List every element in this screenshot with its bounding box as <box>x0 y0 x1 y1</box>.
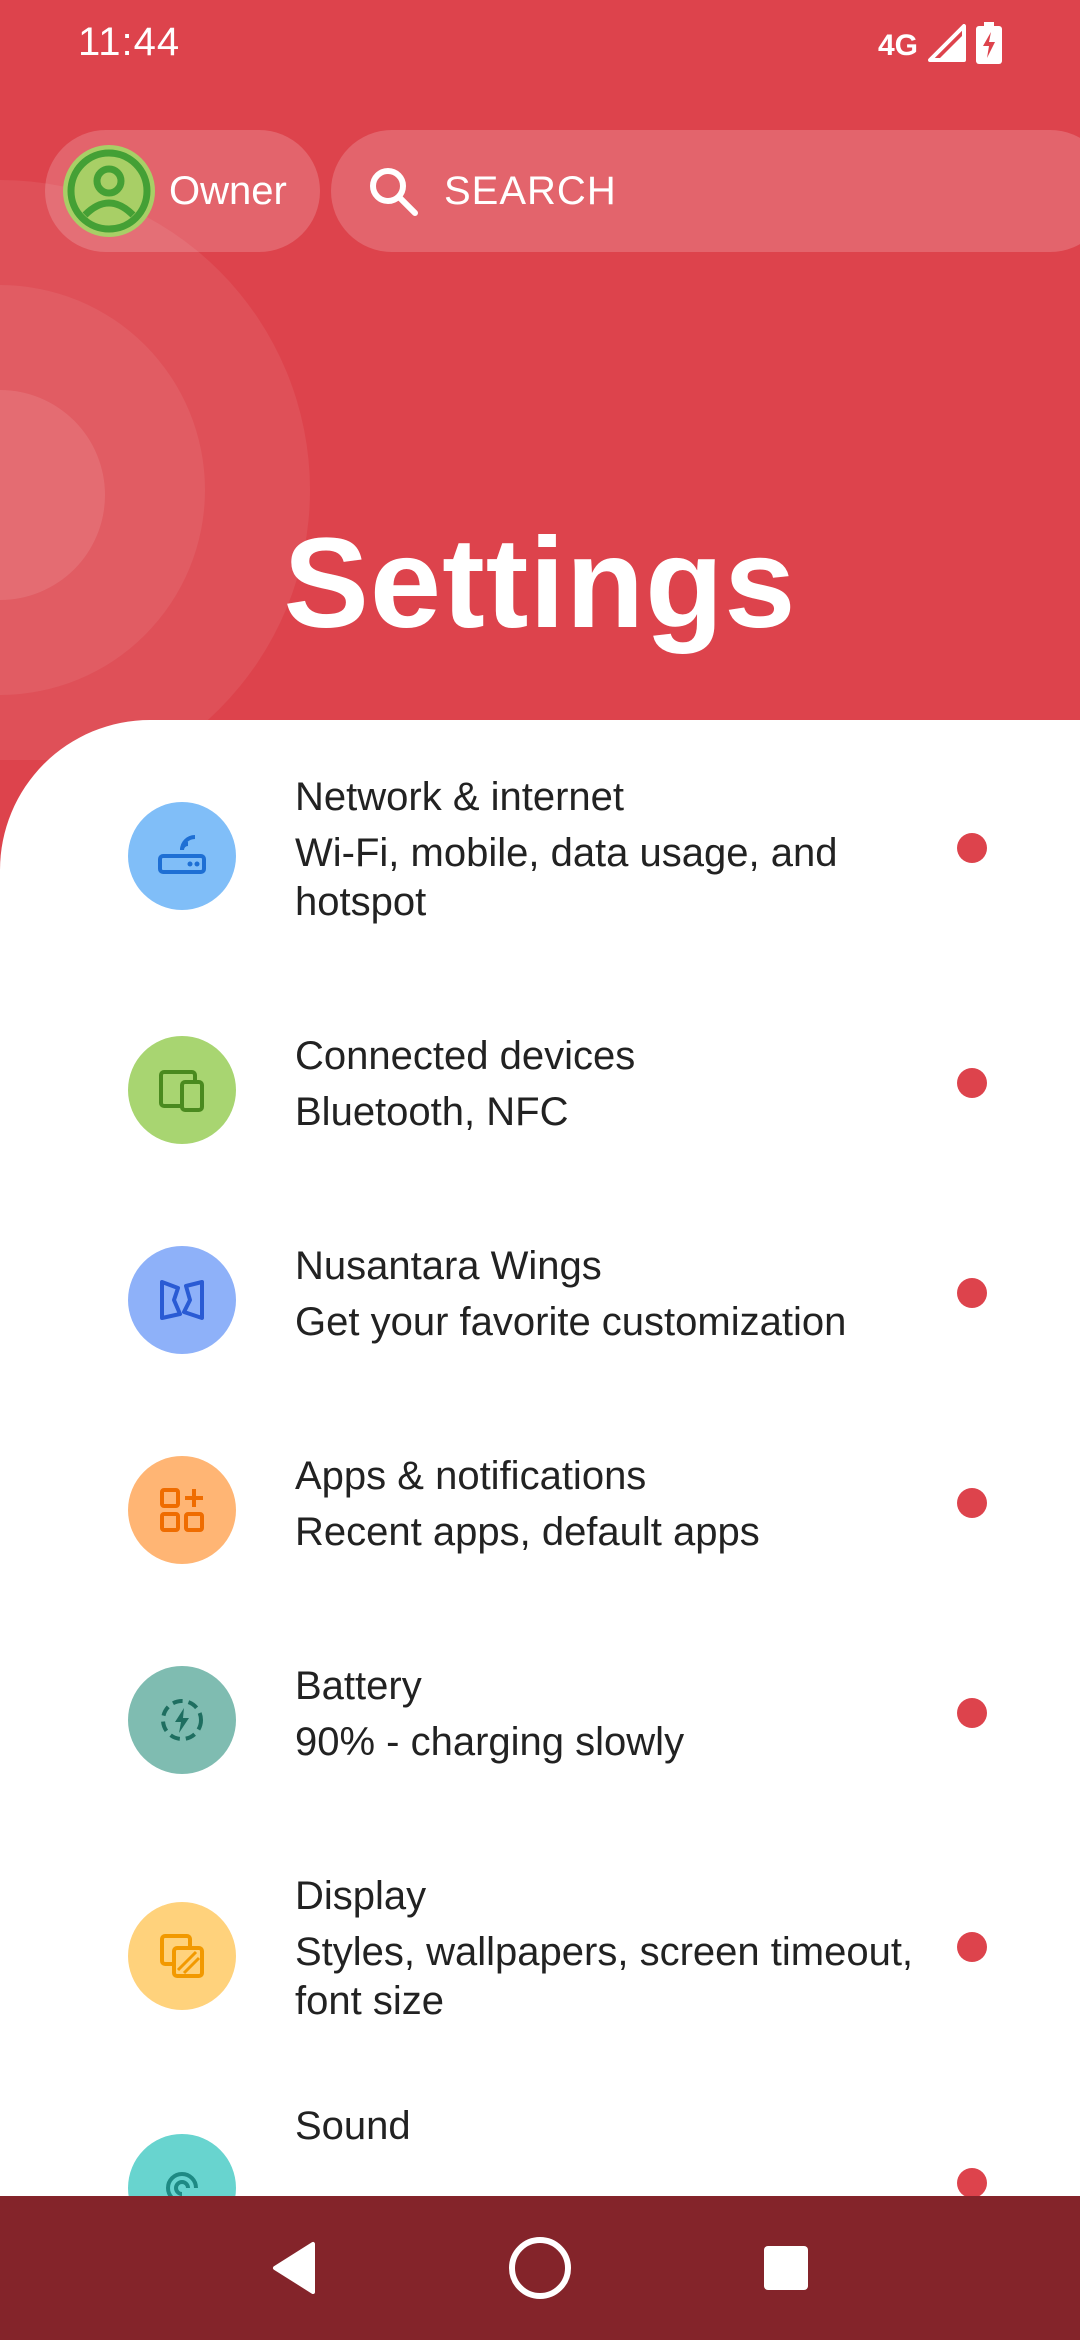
battery-charging-icon <box>976 22 1002 69</box>
settings-list: Network & internet Wi-Fi, mobile, data u… <box>0 720 1080 2200</box>
item-title: Display <box>295 1874 427 1918</box>
item-subtitle: Recent apps, default apps <box>295 1510 760 1554</box>
settings-item-battery[interactable]: Battery 90% - charging slowly <box>0 1582 1080 1792</box>
sound-icon <box>128 2134 236 2200</box>
notification-dot <box>957 1932 987 1962</box>
settings-item-apps[interactable]: Apps & notifications Recent apps, defaul… <box>0 1372 1080 1582</box>
item-title: Apps & notifications <box>295 1454 647 1498</box>
status-bar: 11:44 4G <box>0 0 1080 90</box>
home-icon <box>509 2237 571 2299</box>
avatar <box>63 145 155 237</box>
account-icon <box>67 149 151 233</box>
wings-icon <box>128 1246 236 1354</box>
settings-item-network[interactable]: Network & internet Wi-Fi, mobile, data u… <box>0 720 1080 952</box>
notification-dot <box>957 2168 987 2198</box>
item-title: Sound <box>295 2104 411 2148</box>
settings-item-nusantara-wings[interactable]: Nusantara Wings Get your favorite custom… <box>0 1162 1080 1372</box>
item-subtitle: Get your favorite customization <box>295 1300 847 1344</box>
search-icon <box>370 168 418 216</box>
apps-icon <box>128 1456 236 1564</box>
item-title: Battery <box>295 1664 422 1708</box>
item-subtitle: Bluetooth, NFC <box>295 1090 569 1134</box>
network-type: 4G <box>877 28 918 62</box>
settings-item-connected-devices[interactable]: Connected devices Bluetooth, NFC <box>0 952 1080 1162</box>
back-button[interactable] <box>222 2196 366 2340</box>
search-placeholder: SEARCH <box>444 168 617 213</box>
display-icon <box>128 1902 236 2010</box>
navigation-bar <box>0 2196 1080 2340</box>
devices-icon <box>128 1036 236 1144</box>
home-button[interactable] <box>468 2196 612 2340</box>
back-icon <box>273 2242 315 2294</box>
profile-button[interactable]: Owner <box>45 130 320 252</box>
item-subtitle: Wi-Fi, mobile, data usage, and hotspot <box>295 831 838 924</box>
settings-item-sound[interactable]: Sound <box>0 2054 1080 2200</box>
profile-label: Owner <box>169 168 287 213</box>
search-bar[interactable]: SEARCH <box>331 130 1080 252</box>
item-title: Nusantara Wings <box>295 1244 602 1288</box>
signal-icon <box>928 24 966 67</box>
notification-dot <box>957 1278 987 1308</box>
item-subtitle: 90% - charging slowly <box>295 1720 685 1764</box>
recents-button[interactable] <box>714 2196 858 2340</box>
header: 11:44 4G Owner SEARCH Settings <box>0 0 1080 760</box>
settings-item-display[interactable]: Display Styles, wallpapers, screen timeo… <box>0 1792 1080 2054</box>
notification-dot <box>957 1068 987 1098</box>
notification-dot <box>957 1698 987 1728</box>
page-title: Settings <box>283 512 797 655</box>
item-title: Network & internet <box>295 775 625 819</box>
notification-dot <box>957 833 987 863</box>
clock: 11:44 <box>78 20 181 64</box>
wifi-router-icon <box>128 802 236 910</box>
recents-icon <box>764 2246 808 2290</box>
item-subtitle: Styles, wallpapers, screen timeout, font… <box>295 1930 914 2023</box>
status-icons: 4G <box>878 22 1002 69</box>
battery-charging-icon <box>128 1666 236 1774</box>
item-title: Connected devices <box>295 1034 636 1078</box>
notification-dot <box>957 1488 987 1518</box>
